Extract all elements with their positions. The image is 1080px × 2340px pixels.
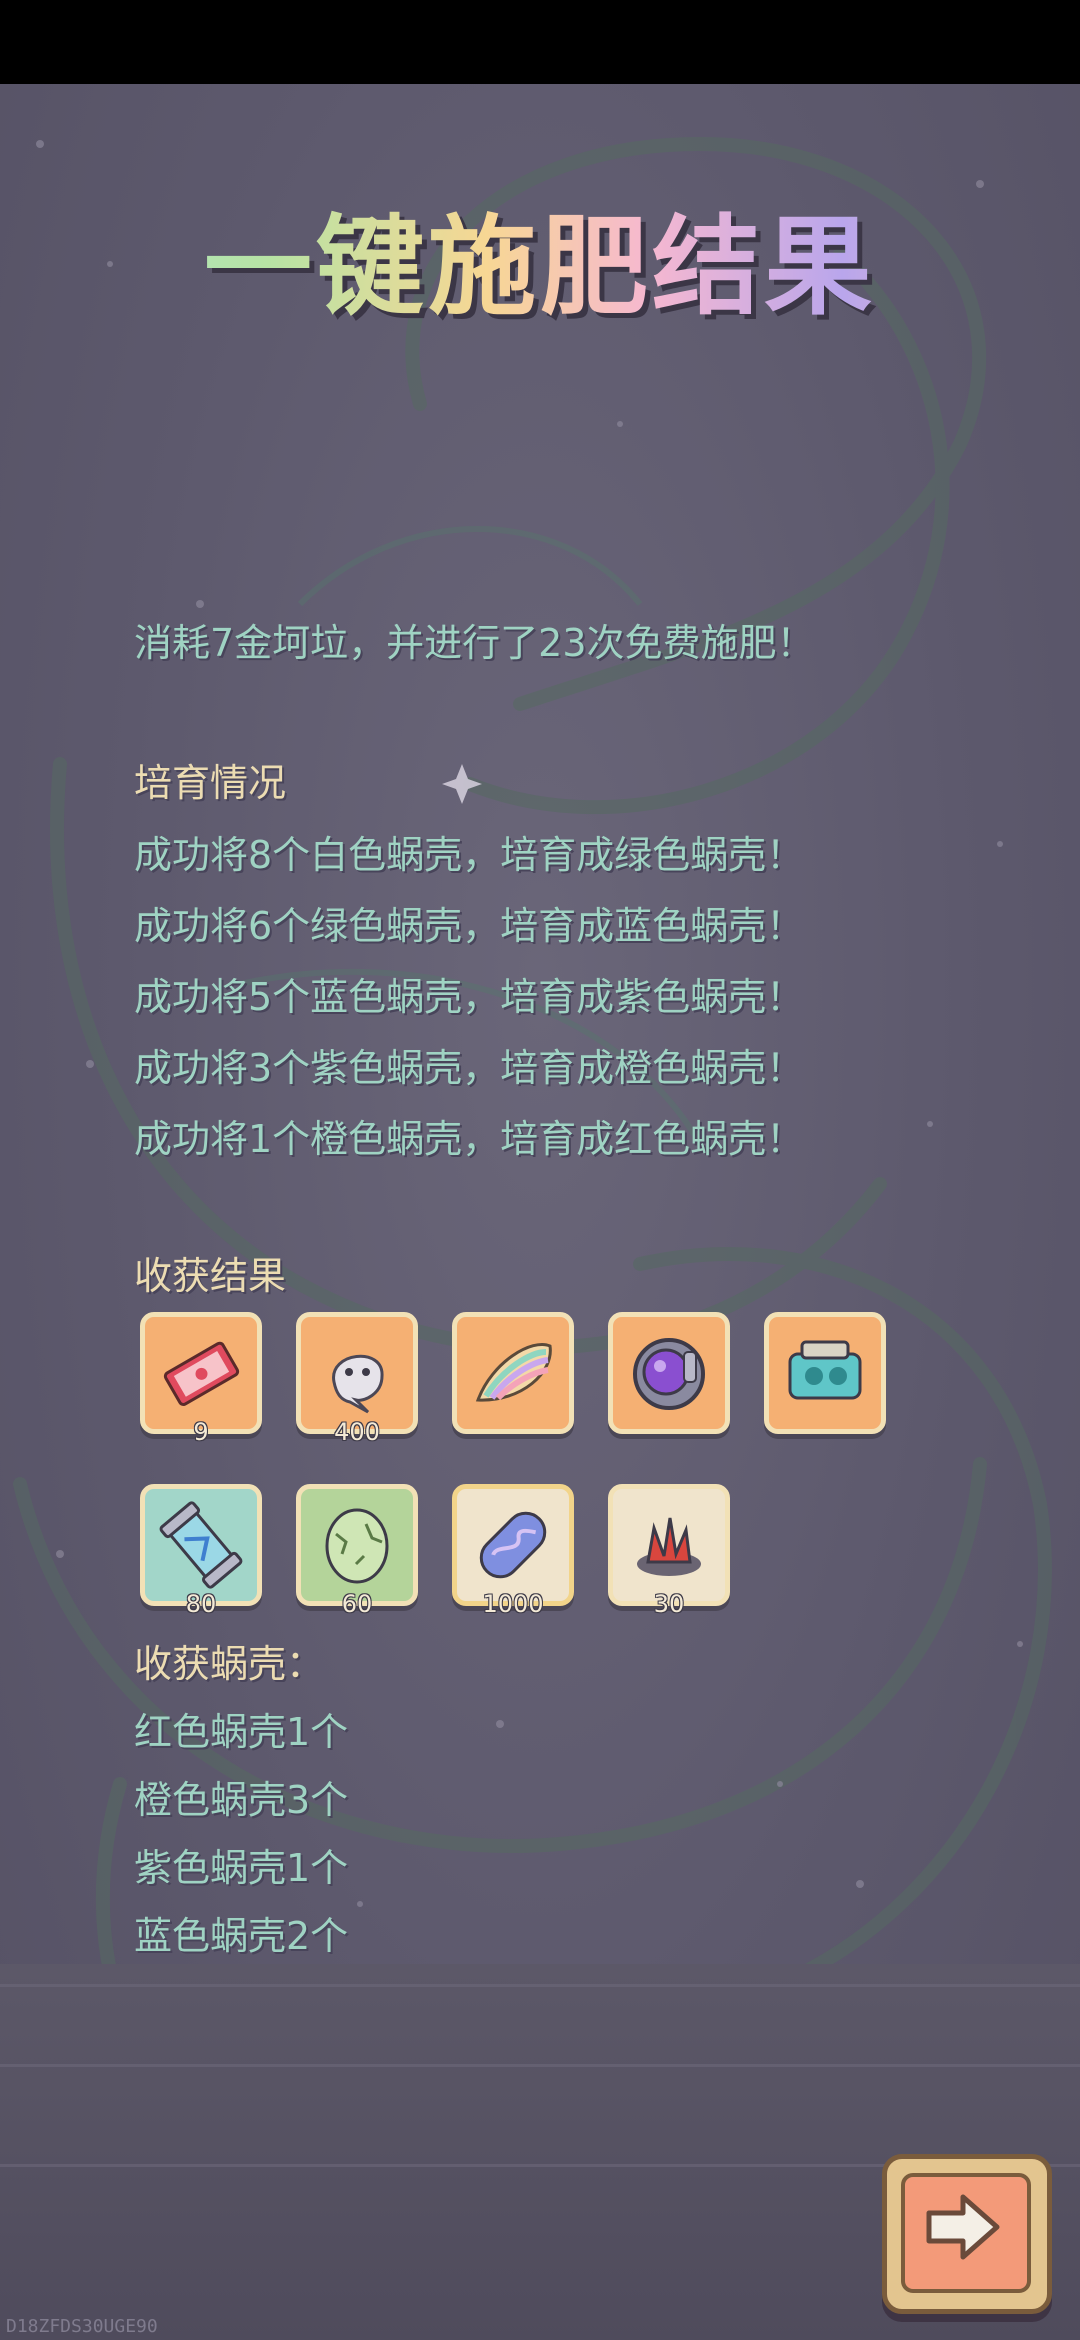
harvest-item-red-crystal[interactable]: 30 [608,1484,732,1618]
breeding-line: 成功将3个紫色蜗壳，培育成橙色蜗壳！ [134,1046,805,1090]
harvest-item-ticket[interactable]: 9 [140,1312,264,1446]
purple-orb-icon [633,1338,705,1410]
shells-heading: 收获蜗壳： [134,1642,325,1686]
breeding-line: 成功将8个白色蜗壳，培育成绿色蜗壳！ [134,833,805,877]
shells-list: 收获蜗壳： 红色蜗壳1个 橙色蜗壳3个 紫色蜗壳1个 蓝色蜗壳2个 [134,1630,348,1970]
shell-line: 紫色蜗壳1个 [134,1846,349,1890]
shell-line: 蓝色蜗壳2个 [134,1914,349,1958]
harvest-item-purple-pill[interactable]: 1000 [452,1484,576,1618]
breeding-heading: 培育情况 [134,761,287,805]
shell-line: 橙色蜗壳3个 [134,1778,349,1822]
watermark: D18ZFDS30UGE90 [6,2316,158,2337]
next-button[interactable] [882,2154,1052,2314]
item-count: 400 [334,1418,380,1446]
breeding-line: 成功将1个橙色蜗壳，培育成红色蜗壳！ [134,1117,805,1161]
harvest-heading: 收获结果 [134,1254,287,1298]
harvest-item-rainbow-shell[interactable] [452,1312,576,1436]
item-count: 80 [185,1590,217,1618]
harvest-item-capsule-tube[interactable]: 80 [140,1484,264,1618]
teal-machine-icon [788,1340,862,1400]
harvest-item-purple-orb[interactable] [608,1312,732,1436]
purple-pill-icon [479,1511,547,1579]
breeding-list: 成功将8个白色蜗壳，培育成绿色蜗壳！ 成功将6个绿色蜗壳，培育成蓝色蜗壳！ 成功… [134,820,804,1175]
harvest-item-green-egg[interactable]: 60 [296,1484,420,1618]
item-count: 1000 [482,1590,544,1618]
breeding-line: 成功将6个绿色蜗壳，培育成蓝色蜗壳！ [134,904,805,948]
result-scene [0,84,1080,2340]
item-count: 9 [193,1418,209,1446]
red-crystal-icon [637,1517,701,1576]
item-count: 60 [341,1590,373,1618]
harvest-item-ghost[interactable]: 400 [296,1312,420,1446]
ticket-icon [163,1341,240,1406]
breeding-line: 成功将5个蓝色蜗壳，培育成紫色蜗壳！ [134,975,805,1019]
fertilize-summary: 消耗7金坷垃，并进行了23次免费施肥！ [134,621,815,665]
shell-line: 红色蜗壳1个 [134,1710,349,1754]
ghost-icon [332,1354,384,1414]
capsule-tube-icon [159,1501,243,1589]
status-bar [0,0,1080,84]
page-title: 一键施肥结果 [0,180,1080,336]
item-count: 30 [653,1590,685,1618]
green-egg-icon [325,1508,389,1584]
rainbow-shell-icon [475,1343,552,1402]
harvest-item-teal-machine[interactable] [764,1312,888,1436]
right-arrow-icon [926,2194,1000,2260]
